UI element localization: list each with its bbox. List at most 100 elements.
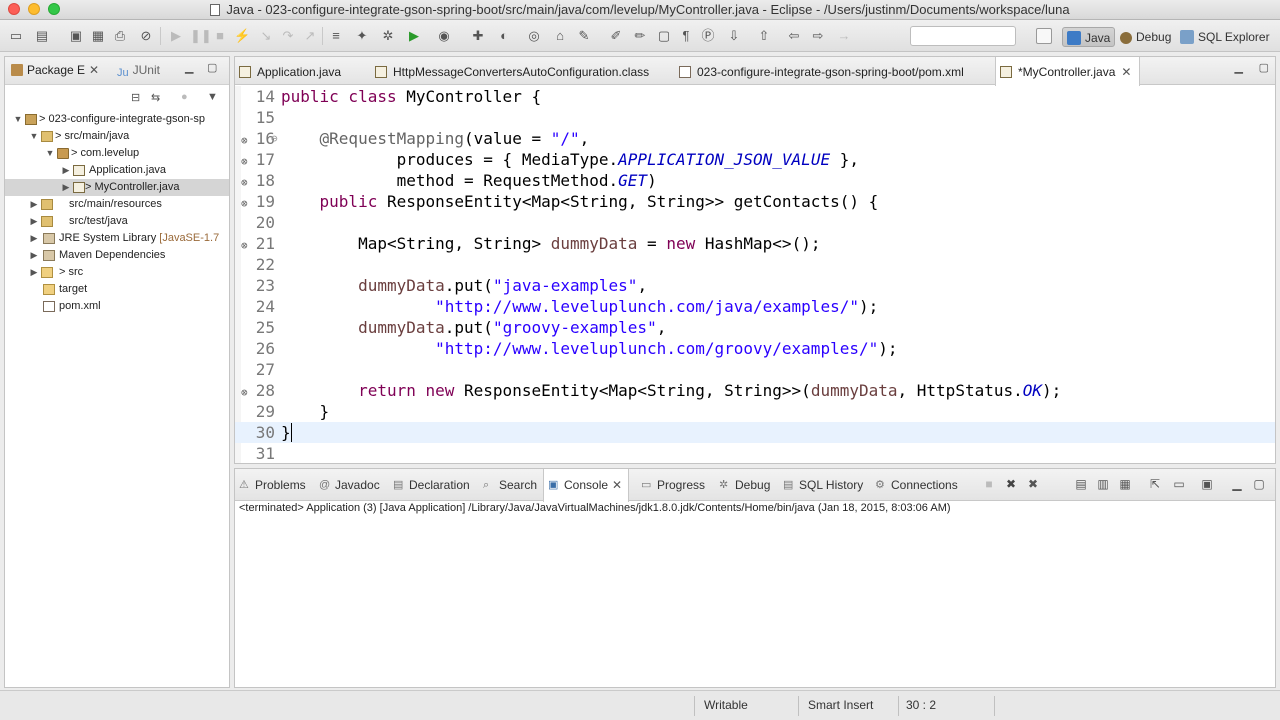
minimize-icon[interactable]: ▁	[1229, 476, 1245, 492]
new-class-icon[interactable]: ◎	[526, 28, 542, 44]
remove-launch-icon[interactable]: ✖	[1003, 476, 1019, 492]
new-package-icon[interactable]: ◐	[496, 28, 512, 44]
tree-item-src[interactable]: ▶ > src	[5, 264, 229, 281]
expanded-arrow-icon[interactable]: ▼	[45, 145, 55, 162]
maximize-icon[interactable]: ▢	[1259, 61, 1269, 74]
tab-javadoc[interactable]: @ Javadoc	[319, 478, 380, 492]
toggle-mark-occurrences-icon[interactable]: ✐	[608, 28, 624, 44]
collapse-all-icon[interactable]: ⊟	[131, 91, 140, 104]
tree-item-pom-xml[interactable]: pom.xml	[5, 298, 229, 315]
external-tools-icon[interactable]: ◉	[436, 28, 452, 44]
tab-sql-history[interactable]: ▤ SQL History	[783, 478, 863, 492]
tab-problems[interactable]: ⚠ Problems	[239, 478, 306, 492]
save-all-icon[interactable]: ▦	[90, 28, 106, 44]
clear-console-icon[interactable]: ▤	[1073, 476, 1089, 492]
minimize-icon[interactable]: ▁	[185, 61, 193, 74]
search-toolbar-icon[interactable]: ✎	[576, 28, 592, 44]
build-icon[interactable]: ≡	[328, 28, 344, 44]
next-annotation-icon[interactable]: ⇩	[726, 28, 742, 44]
expanded-arrow-icon[interactable]: ▼	[29, 128, 39, 145]
close-icon[interactable]: ✕	[1121, 65, 1131, 79]
block-selection-icon[interactable]: ▢	[656, 28, 672, 44]
collapsed-arrow-icon[interactable]: ▶	[29, 213, 39, 230]
open-icon[interactable]: ▤	[34, 28, 50, 44]
open-type-icon[interactable]: ⌂	[552, 28, 568, 44]
view-menu-icon[interactable]: ▼	[207, 91, 218, 103]
skip-breakpoints-icon[interactable]: ⊘	[138, 28, 154, 44]
scroll-lock-icon[interactable]: ▥	[1095, 476, 1111, 492]
tree-item-src-main-java[interactable]: ▼ > src/main/java	[5, 128, 229, 145]
tab-search[interactable]: ⌕ Search	[483, 478, 537, 492]
tab-package-explorer[interactable]: Package E ✕	[11, 63, 99, 77]
expanded-arrow-icon[interactable]: ▼	[13, 111, 23, 128]
collapsed-arrow-icon[interactable]: ▶	[61, 179, 71, 196]
prev-annotation-icon[interactable]: ⇧	[756, 28, 772, 44]
pin-console-icon[interactable]: ⇱	[1147, 476, 1163, 492]
tree-item-src-test-java[interactable]: ▶ src/test/java	[5, 213, 229, 230]
tree-item-mycontroller-java[interactable]: ▶ > MyController.java	[5, 179, 229, 196]
disconnect-icon[interactable]: ⚡	[234, 28, 250, 44]
open-perspective-icon[interactable]	[1036, 28, 1052, 44]
fold-toggle-icon[interactable]: ⊖	[271, 128, 278, 149]
tab-http-message-converters[interactable]: HttpMessageConvertersAutoConfiguration.c…	[371, 57, 649, 85]
back-icon[interactable]: ⇦	[786, 28, 802, 44]
maximize-icon[interactable]: ▢	[207, 61, 217, 74]
step-return-icon[interactable]: ↗	[302, 28, 318, 44]
highlight-icon[interactable]: ✏	[632, 28, 648, 44]
tab-progress[interactable]: ▭ Progress	[641, 478, 705, 492]
resume-icon[interactable]: ▶	[168, 28, 184, 44]
terminate-icon[interactable]: ■	[212, 28, 228, 44]
show-whitespace-icon[interactable]: ¶	[678, 28, 694, 44]
minimize-icon[interactable]: ▁	[1235, 61, 1243, 74]
suspend-icon[interactable]: ❚❚	[190, 28, 212, 44]
display-console-icon[interactable]: ▭	[1171, 476, 1187, 492]
remove-all-launches-icon[interactable]: ✖	[1025, 476, 1041, 492]
step-into-icon[interactable]: ↘	[258, 28, 274, 44]
focus-icon[interactable]: ●	[181, 91, 188, 103]
tab-pom-xml[interactable]: 023-configure-integrate-gson-spring-boot…	[675, 57, 964, 85]
tab-junit[interactable]: Ju JUnit	[117, 63, 160, 79]
new-java-project-icon[interactable]: ✚	[470, 28, 486, 44]
collapsed-arrow-icon[interactable]: ▶	[29, 247, 39, 264]
tree-item-target[interactable]: target	[5, 281, 229, 298]
quick-access-input[interactable]	[910, 26, 1016, 46]
debug-run-icon[interactable]: ✲	[380, 28, 396, 44]
print-icon[interactable]: ⎙	[112, 28, 128, 44]
maximize-icon[interactable]: ▢	[1251, 476, 1267, 492]
perspective-debug-button[interactable]: Debug	[1116, 27, 1175, 47]
tree-item-com-levelup[interactable]: ▼ > com.levelup	[5, 145, 229, 162]
step-over-icon[interactable]: ↷	[280, 28, 296, 44]
close-icon[interactable]: ✕	[89, 63, 99, 77]
word-wrap-icon[interactable]: ▦	[1117, 476, 1133, 492]
tree-item-application-java[interactable]: ▶ Application.java	[5, 162, 229, 179]
tab-connections[interactable]: ⚙ Connections	[875, 478, 958, 492]
collapsed-arrow-icon[interactable]: ▶	[61, 162, 71, 179]
open-console-icon[interactable]: ▣	[1199, 476, 1215, 492]
tree-item-maven-dependencies[interactable]: ▶ Maven Dependencies	[5, 247, 229, 264]
code-editor[interactable]: 14 public class MyController { 15 ⊗ 16 ⊖ @R…	[235, 86, 1275, 463]
last-edit-icon[interactable]: →	[836, 28, 852, 44]
perspective-sql-explorer-button[interactable]: SQL Explorer	[1176, 27, 1274, 47]
forward-icon[interactable]: ⇨	[810, 28, 826, 44]
tab-mycontroller-java[interactable]: *MyController.java ✕	[995, 57, 1141, 86]
collapsed-arrow-icon[interactable]: ▶	[29, 196, 39, 213]
tree-item-jre-system-library[interactable]: ▶ JRE System Library [JavaSE-1.7	[5, 230, 229, 247]
collapsed-arrow-icon[interactable]: ▶	[29, 230, 39, 247]
close-icon[interactable]: ✕	[612, 478, 622, 492]
link-with-editor-icon[interactable]: ⇆	[151, 91, 160, 104]
collapsed-arrow-icon[interactable]: ▶	[29, 264, 39, 281]
tree-item-src-main-resources[interactable]: ▶ src/main/resources	[5, 196, 229, 213]
document-icon	[210, 4, 221, 16]
tab-console[interactable]: ▣ Console ✕	[543, 469, 630, 502]
tree-item-project[interactable]: ▼ > 023-configure-integrate-gson-sp	[5, 111, 229, 128]
run-icon[interactable]: ▶	[406, 28, 422, 44]
toggle-ant-icon[interactable]: ✦	[354, 28, 370, 44]
save-icon[interactable]: ▣	[68, 28, 84, 44]
tab-declaration[interactable]: ▤ Declaration	[393, 478, 470, 492]
perspective-java-button[interactable]: Java	[1062, 27, 1116, 47]
tab-debug[interactable]: ✲ Debug	[719, 478, 770, 492]
new-icon[interactable]: ▭	[8, 28, 24, 44]
paragraph-icon[interactable]: Ⓟ	[700, 28, 716, 44]
terminate-icon[interactable]: ■	[981, 476, 997, 492]
tab-application-java[interactable]: Application.java	[235, 57, 341, 85]
